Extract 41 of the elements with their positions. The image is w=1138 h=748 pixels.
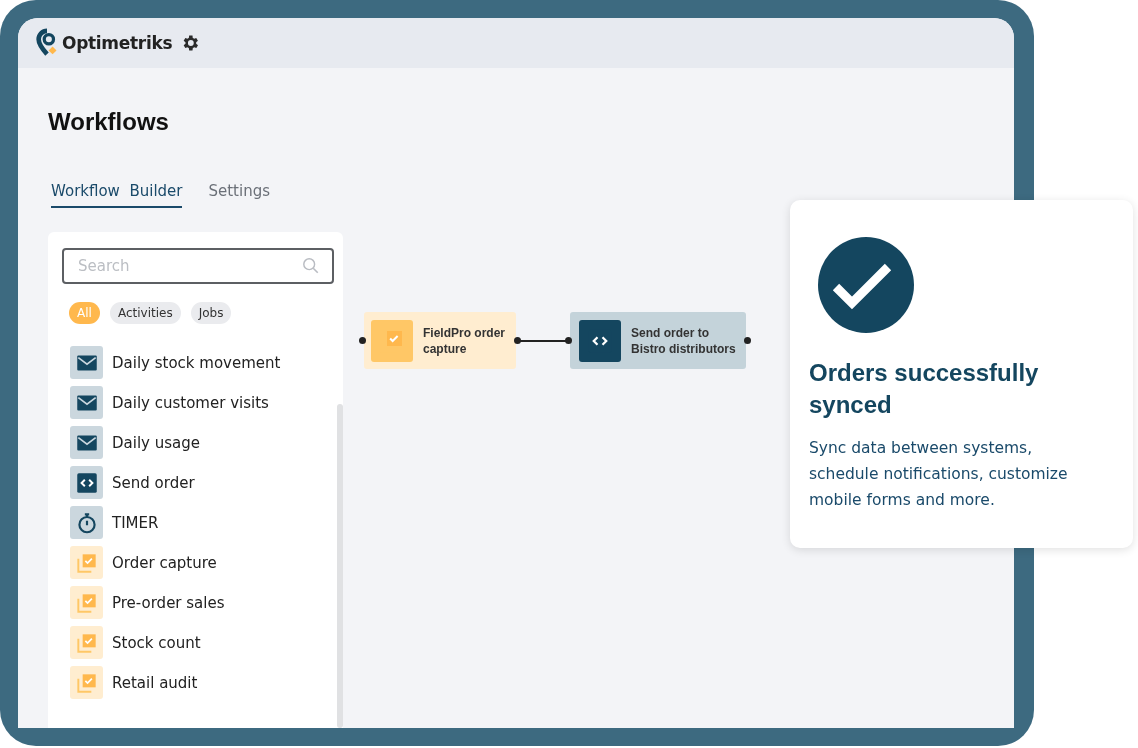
page-title: Workflows [48, 108, 169, 136]
envelope-icon [70, 386, 103, 419]
filter-chip[interactable]: Jobs [190, 302, 232, 324]
scrollbar[interactable] [337, 404, 343, 728]
tab[interactable]: Settings [208, 182, 270, 208]
connector-port[interactable] [359, 337, 366, 344]
list-item[interactable]: Order capture [112, 553, 217, 572]
tab[interactable]: Workflow Builder [51, 182, 183, 208]
list-item[interactable]: Stock count [112, 633, 201, 652]
checked-form-icon [70, 666, 103, 699]
checkmark-circle-icon [818, 237, 914, 333]
notification-text: Sync data between systems, schedule notifications, customize mobile forms and more. [809, 438, 1069, 511]
connector-port[interactable] [744, 337, 751, 344]
list-item[interactable]: Daily customer visits [112, 393, 269, 412]
code-icon [579, 319, 621, 362]
app-name: Optimetriks [62, 33, 173, 53]
checked-form-icon [70, 626, 103, 659]
list-item[interactable]: Daily usage [112, 433, 200, 452]
node-label: Send order to Bistro distributors [631, 324, 737, 357]
checked-form-icon [70, 586, 103, 619]
envelope-icon [70, 346, 103, 379]
envelope-icon [70, 426, 103, 459]
list-item[interactable]: Retail audit [112, 673, 198, 692]
list-item[interactable]: TIMER [112, 513, 159, 532]
search-field[interactable]: Search [62, 248, 334, 284]
filter-chip[interactable]: Activities [109, 302, 181, 324]
stopwatch-icon [70, 506, 103, 539]
notification-title: Orders successfully synced [809, 358, 1040, 420]
workflow-node[interactable]: FieldPro order capture [364, 312, 516, 369]
checked-form-icon [70, 546, 103, 579]
list-item[interactable]: Pre-order sales [112, 593, 225, 612]
list-item[interactable]: Daily stock movement [112, 353, 281, 372]
connector-port[interactable] [514, 337, 521, 344]
workflow-node[interactable]: Send order to Bistro distributors [570, 312, 746, 369]
code-icon [70, 466, 103, 499]
node-label: FieldPro order capture [423, 324, 506, 357]
search-icon [302, 257, 320, 275]
connector-port[interactable] [565, 337, 572, 344]
list-item[interactable]: Send order [112, 473, 195, 492]
connector-line [519, 339, 567, 342]
checked-form-icon [371, 319, 413, 362]
